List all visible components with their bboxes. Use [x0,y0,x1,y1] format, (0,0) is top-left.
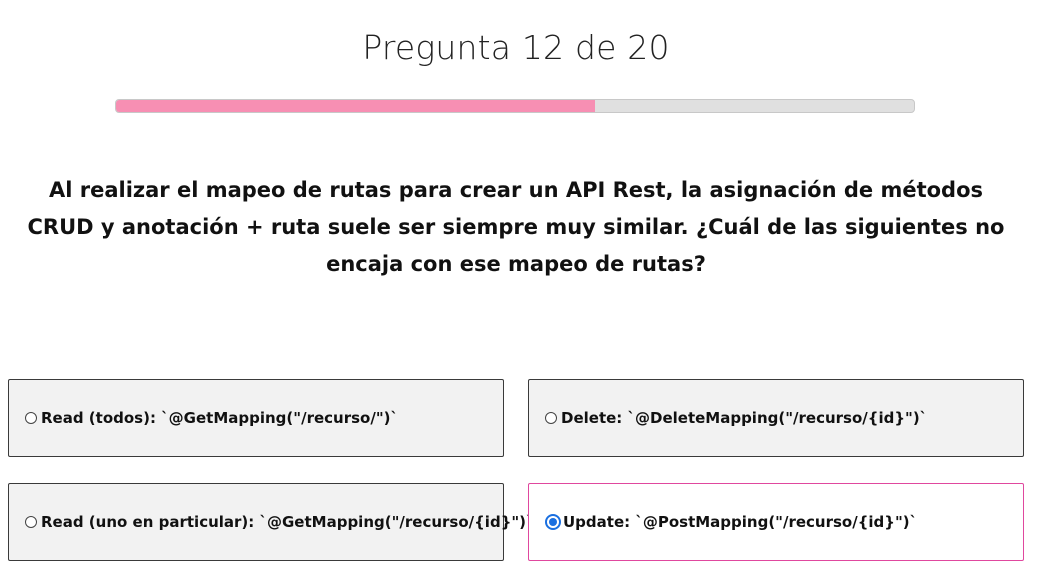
radio-button[interactable] [25,516,37,528]
question-text: Al realizar el mapeo de rutas para crear… [27,178,1005,276]
option-update[interactable]: Update: `@PostMapping("/recurso/{id}")` [528,483,1024,561]
option-label: Update: `@PostMapping("/recurso/{id}")` [563,513,918,531]
radio-button[interactable] [545,412,557,424]
option-label: Read (uno en particular): `@GetMapping("… [41,513,534,531]
page-title: Pregunta 12 de 20 [362,28,670,67]
radio-button-checked[interactable] [545,514,561,530]
option-read-all[interactable]: Read (todos): `@GetMapping("/recurso/")` [8,379,504,457]
option-label: Read (todos): `@GetMapping("/recurso/")` [41,409,398,427]
progress-fill [116,100,595,112]
option-label: Delete: `@DeleteMapping("/recurso/{id}")… [561,409,928,427]
progress-bar [115,99,915,113]
option-read-one[interactable]: Read (uno en particular): `@GetMapping("… [8,483,534,561]
radio-button[interactable] [25,412,37,424]
option-delete[interactable]: Delete: `@DeleteMapping("/recurso/{id}")… [528,379,1024,457]
radio-dot [549,518,557,526]
